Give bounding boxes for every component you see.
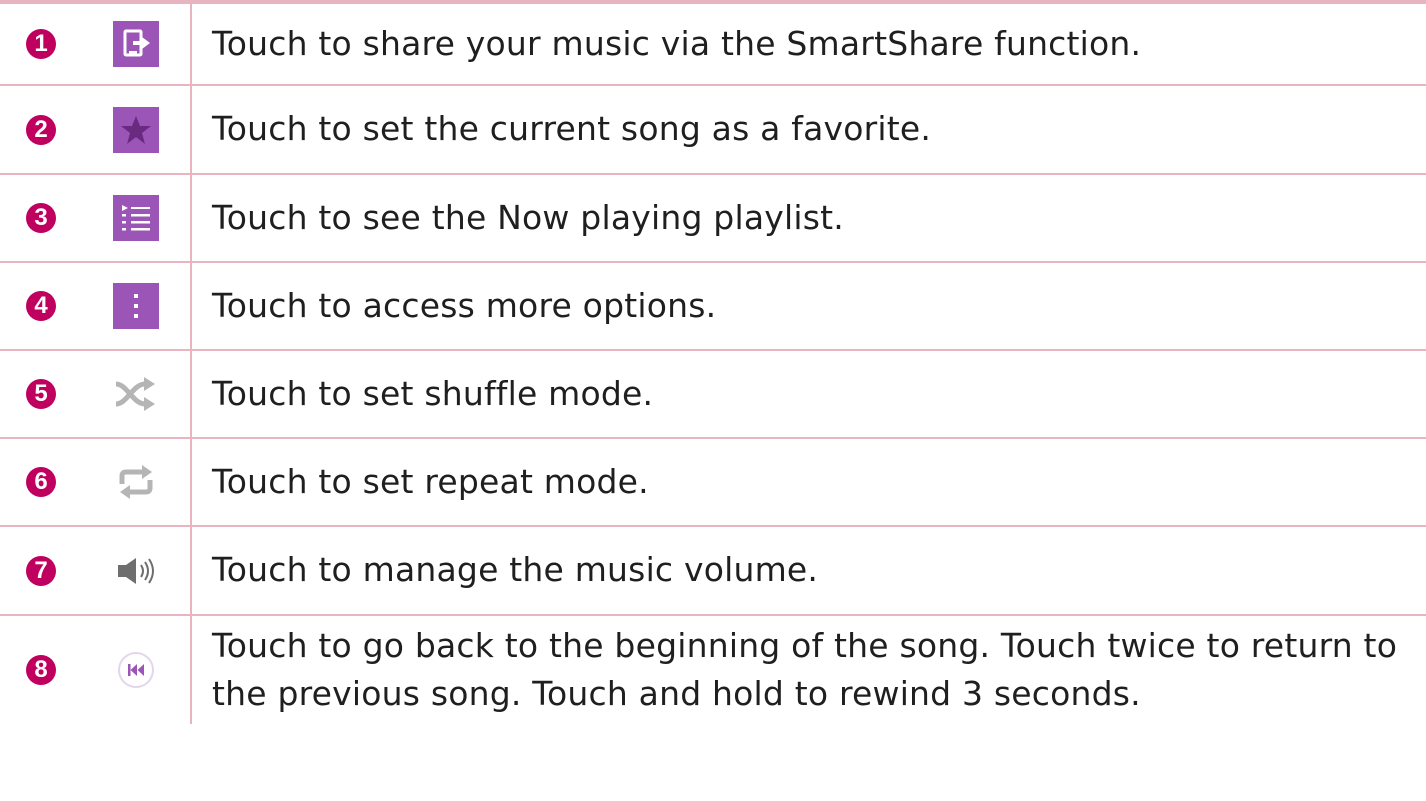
row-description: Touch to access more options. bbox=[212, 285, 717, 325]
row-description: Touch to set shuffle mode. bbox=[212, 373, 654, 413]
icon-cell bbox=[82, 351, 192, 437]
table-row: 4 Touch to access more options. bbox=[0, 263, 1426, 351]
row-number-badge: 4 bbox=[26, 291, 56, 321]
smartshare-icon bbox=[113, 21, 159, 67]
row-number-badge: 7 bbox=[26, 555, 56, 586]
row-number-cell: 3 bbox=[0, 175, 82, 261]
table-row: 5 Touch to set shuffle mode. bbox=[0, 351, 1426, 439]
icon-cell bbox=[82, 86, 192, 173]
row-description: Touch to go back to the beginning of the… bbox=[212, 626, 1398, 713]
row-number-badge: 5 bbox=[26, 379, 56, 409]
icon-cell bbox=[82, 616, 192, 724]
table-row: 8 Touch to go back to the beginning of t… bbox=[0, 616, 1426, 724]
row-number-cell: 6 bbox=[0, 439, 82, 525]
row-description: Touch to set the current song as a favor… bbox=[212, 109, 932, 149]
table-row: 7 Touch to manage the music volume. bbox=[0, 527, 1426, 616]
row-description: Touch to set repeat mode. bbox=[212, 461, 649, 501]
row-number-badge: 3 bbox=[26, 203, 56, 233]
row-description: Touch to share your music via the SmartS… bbox=[212, 23, 1142, 63]
row-description: Touch to manage the music volume. bbox=[212, 550, 819, 590]
row-number-cell: 1 bbox=[0, 4, 82, 84]
row-number-cell: 7 bbox=[0, 527, 82, 614]
shuffle-icon bbox=[106, 369, 166, 419]
icon-cell bbox=[82, 263, 192, 349]
icon-cell bbox=[82, 527, 192, 614]
playlist-icon bbox=[113, 195, 159, 241]
table-row: 1 Touch to share your music via the Smar… bbox=[0, 4, 1426, 86]
star-favorite-icon bbox=[113, 106, 159, 153]
icon-cell bbox=[82, 4, 192, 84]
icon-cell bbox=[82, 175, 192, 261]
rewind-previous-icon bbox=[106, 645, 166, 695]
row-number-badge: 6 bbox=[26, 467, 56, 497]
table-row: 6 Touch to set repeat mode. bbox=[0, 439, 1426, 527]
row-number-badge: 1 bbox=[26, 29, 56, 59]
row-number-cell: 5 bbox=[0, 351, 82, 437]
row-description: Touch to see the Now playing playlist. bbox=[212, 197, 844, 237]
row-number-cell: 8 bbox=[0, 616, 82, 724]
row-number-cell: 4 bbox=[0, 263, 82, 349]
icon-cell bbox=[82, 439, 192, 525]
volume-icon bbox=[106, 546, 166, 596]
row-number-badge: 2 bbox=[26, 114, 56, 145]
more-options-icon bbox=[113, 283, 159, 329]
row-number-badge: 8 bbox=[26, 655, 56, 685]
icon-reference-table: 1 Touch to share your music via the Smar… bbox=[0, 0, 1426, 724]
row-number-cell: 2 bbox=[0, 86, 82, 173]
table-row: 2 Touch to set the current song as a fav… bbox=[0, 86, 1426, 175]
table-row: 3 Touch to see the Now playing playlist. bbox=[0, 175, 1426, 263]
repeat-icon bbox=[106, 457, 166, 507]
